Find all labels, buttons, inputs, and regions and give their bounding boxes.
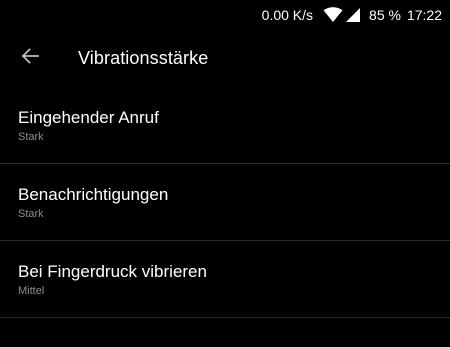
wifi-icon <box>323 7 343 23</box>
arrow-back-icon <box>20 46 40 71</box>
page-title: Vibrationsstärke <box>78 47 209 68</box>
setting-incoming-call[interactable]: Eingehender Anruf Stark <box>0 87 450 164</box>
setting-title: Eingehender Anruf <box>18 107 159 127</box>
setting-title: Bei Fingerdruck vibrieren <box>18 261 207 281</box>
status-bar: 0.00 K/s 85 % 17:22 <box>0 0 450 30</box>
network-speed: 0.00 K/s <box>261 7 314 23</box>
clock: 17:22 <box>406 7 442 23</box>
settings-list: Eingehender Anruf Stark Benachrichtigung… <box>0 87 450 318</box>
back-button[interactable] <box>2 30 58 86</box>
cell-signal-icon <box>345 7 361 23</box>
setting-value: Stark <box>18 130 44 143</box>
setting-notifications[interactable]: Benachrichtigungen Stark <box>0 164 450 241</box>
setting-value: Mittel <box>18 284 45 297</box>
setting-title: Benachrichtigungen <box>18 184 169 204</box>
setting-touch-vibration[interactable]: Bei Fingerdruck vibrieren Mittel <box>0 241 450 318</box>
battery-level: 85 % <box>369 7 401 23</box>
app-bar: Vibrationsstärke <box>0 30 450 86</box>
setting-value: Stark <box>18 207 44 220</box>
